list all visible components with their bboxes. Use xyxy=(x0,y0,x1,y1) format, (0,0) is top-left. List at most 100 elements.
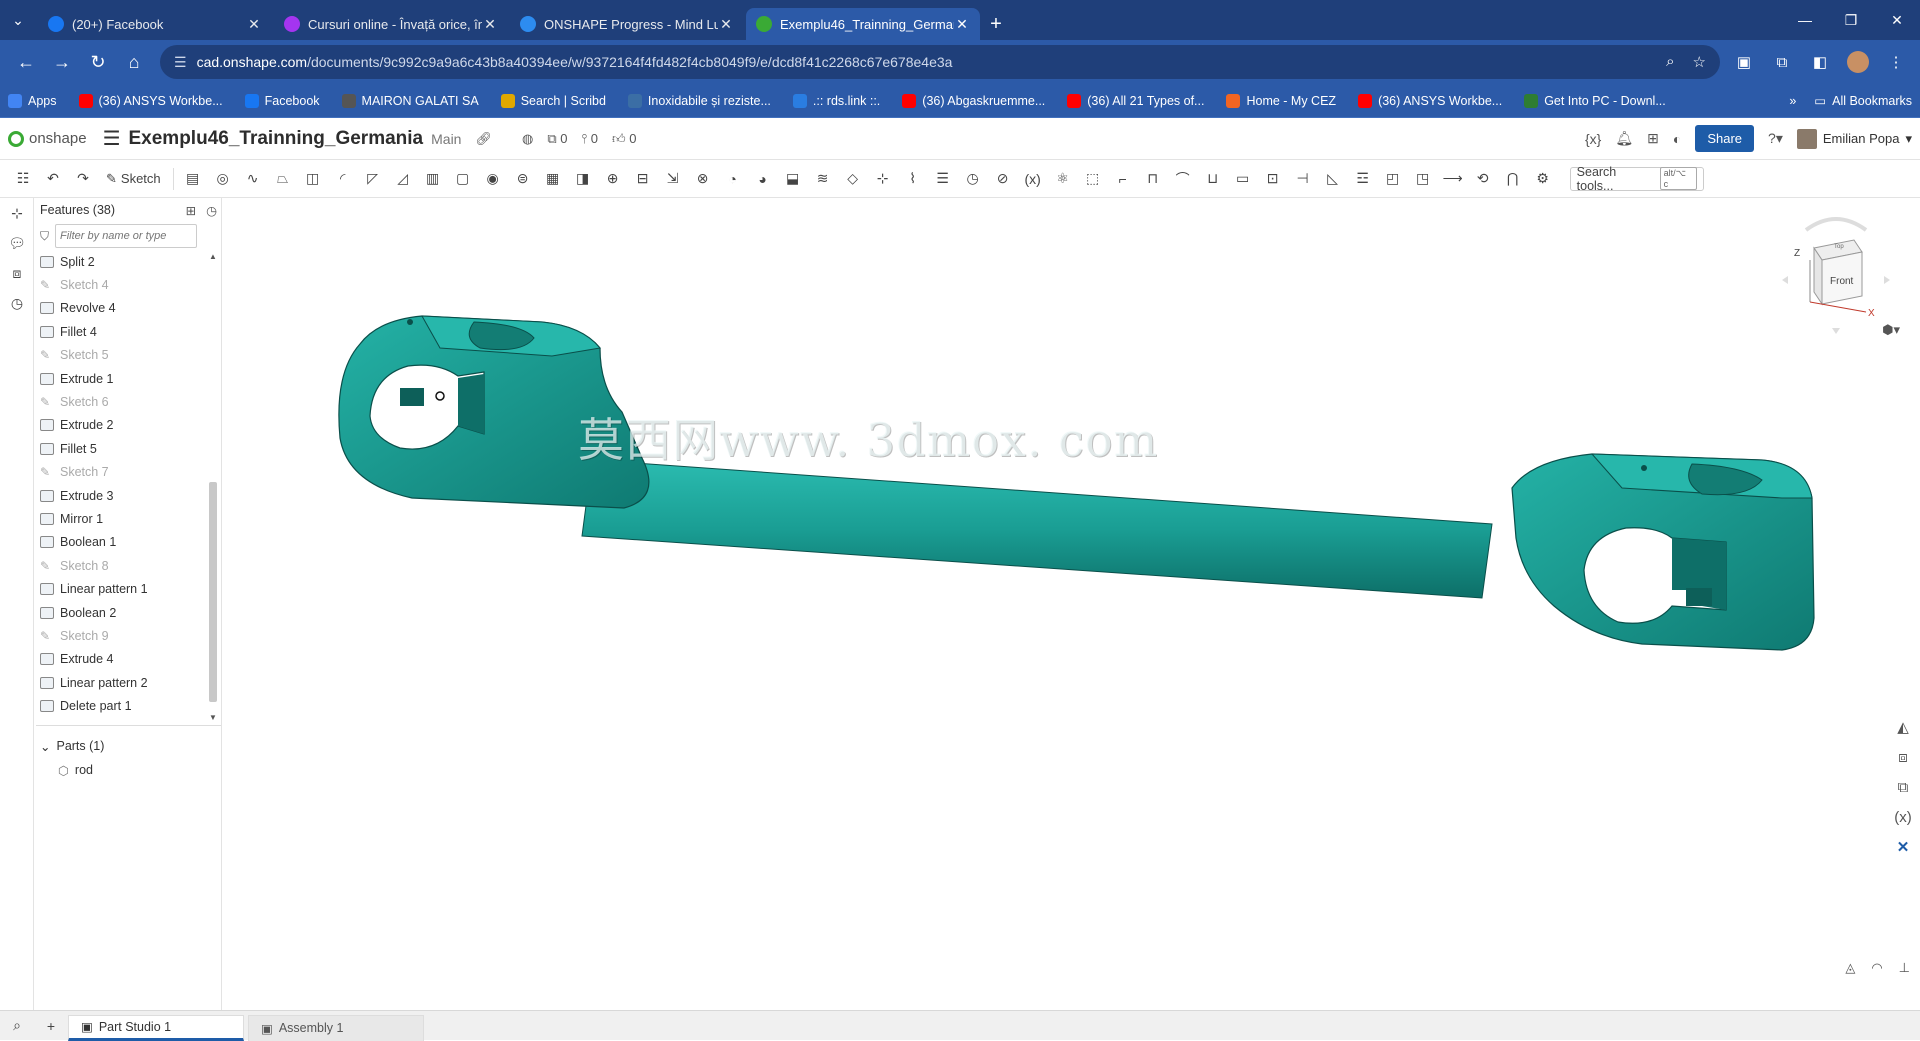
bookmark-item[interactable]: Facebook xyxy=(244,93,320,108)
globe-icon[interactable]: ◍ xyxy=(522,131,533,147)
surface-icon[interactable]: ◰ xyxy=(1382,168,1404,190)
versions-count[interactable]: ⧉ 0 xyxy=(547,131,567,147)
link-icon[interactable]: 🔗︎ xyxy=(475,131,492,147)
replace-face-icon[interactable]: ⬓ xyxy=(782,168,804,190)
settings-gear-icon[interactable]: ⚙ xyxy=(1532,168,1554,190)
feature-list-item[interactable]: Extrude 1 xyxy=(36,367,221,390)
revolve-icon[interactable]: ◎ xyxy=(212,168,234,190)
notifications-icon[interactable]: 🔔︎ xyxy=(1615,130,1633,147)
configurations-icon[interactable]: (x) xyxy=(1888,803,1918,833)
restore-icon[interactable]: ❐ xyxy=(1828,0,1874,40)
bend-icon[interactable]: ⌒ xyxy=(1172,168,1194,190)
bookmark-item[interactable]: (36) Abgaskruemme... xyxy=(902,93,1045,108)
wrap-icon[interactable]: ⟲ xyxy=(1472,168,1494,190)
form-icon[interactable]: ⊔ xyxy=(1202,168,1224,190)
flat-pattern-icon[interactable]: ▭ xyxy=(1232,168,1254,190)
tab-icon[interactable]: ⊓ xyxy=(1142,168,1164,190)
mate-connector-icon[interactable]: ⊹ xyxy=(872,168,894,190)
extension-icon[interactable]: ▣ xyxy=(1728,46,1760,78)
variables-icon[interactable]: {x} xyxy=(1585,131,1601,147)
modify-fillet-icon[interactable]: ◔ xyxy=(722,168,744,190)
bookmark-item[interactable]: .:: rds.link ::. xyxy=(792,93,880,108)
branch-label[interactable]: Main xyxy=(431,131,461,147)
bookmark-item[interactable]: (36) All 21 Types of... xyxy=(1067,93,1204,108)
document-tab[interactable]: ▣ Assembly 1 xyxy=(248,1014,424,1041)
search-tools-input[interactable]: Search tools... alt/⌥ c xyxy=(1569,165,1704,193)
user-menu[interactable]: Emilian Popa ▾ xyxy=(1796,128,1912,149)
mirror-icon[interactable]: ◨ xyxy=(572,168,594,190)
share-button[interactable]: Share xyxy=(1695,125,1755,152)
configuration-icon[interactable]: ⚛ xyxy=(1052,168,1074,190)
app-store-icon[interactable]: ⊞ xyxy=(1647,130,1659,147)
feature-list-item[interactable]: Extrude 4 xyxy=(36,648,221,671)
back-icon[interactable]: ← xyxy=(8,44,44,80)
side-panel-icon[interactable]: ◧ xyxy=(1804,46,1836,78)
view-cube[interactable]: Top Front Z X xyxy=(1780,208,1892,340)
thread-icon[interactable]: ⊜ xyxy=(512,168,534,190)
new-tab-button[interactable]: + xyxy=(980,8,1012,40)
filter-icon[interactable]: ⛉ xyxy=(40,229,49,244)
view-options-icon[interactable]: ⬢▾ xyxy=(1882,322,1900,338)
bookmark-item[interactable]: (36) ANSYS Workbe... xyxy=(1358,93,1502,108)
document-title[interactable]: Exemplu46_Trainning_Germania xyxy=(129,128,424,150)
minimize-icon[interactable]: — xyxy=(1782,0,1828,40)
feature-list-item[interactable]: Fillet 4 xyxy=(36,320,221,343)
feature-list-item[interactable]: ✎ Sketch 7 xyxy=(36,461,221,484)
custom-tool-icon[interactable]: ✕ xyxy=(1888,833,1918,863)
comments-icon[interactable]: 💬︎ xyxy=(0,228,34,258)
history-icon[interactable]: ◷ xyxy=(0,288,34,318)
curve-icon[interactable]: ☰ xyxy=(932,168,954,190)
sweep-icon[interactable]: ∿ xyxy=(242,168,264,190)
mass-properties-icon[interactable]: ⧉ xyxy=(1888,773,1918,803)
redo-icon[interactable]: ↷ xyxy=(72,168,94,190)
add-tab-icon[interactable]: + xyxy=(34,1018,68,1034)
bookmark-item[interactable]: Apps xyxy=(8,93,57,108)
profile-avatar[interactable] xyxy=(1847,51,1869,73)
fill-icon[interactable]: ◳ xyxy=(1412,168,1434,190)
bookmark-item[interactable]: Inoxidabile și reziste... xyxy=(627,93,771,108)
close-tab-icon[interactable]: ✕ xyxy=(954,16,970,33)
feature-list-item[interactable]: Mirror 1 xyxy=(36,507,221,530)
render-mode-icon[interactable]: ◠ xyxy=(1871,960,1882,976)
linear-pattern-icon[interactable]: ▦ xyxy=(542,168,564,190)
learning-center-icon[interactable]: ◐ xyxy=(1673,131,1681,147)
offset-surface-icon[interactable]: ≋ xyxy=(812,168,834,190)
bookmark-item[interactable]: (36) ANSYS Workbe... xyxy=(78,93,223,108)
add-folder-icon[interactable]: ⊞ xyxy=(186,203,196,218)
browser-tab[interactable]: Exemplu46_Trainning_Germania ✕ xyxy=(746,8,980,40)
more-bookmarks-icon[interactable]: » xyxy=(1789,94,1796,108)
gusset-icon[interactable]: ◺ xyxy=(1322,168,1344,190)
site-info-icon[interactable]: ☰ xyxy=(174,54,187,71)
browser-tab[interactable]: (20+) Facebook ✕ xyxy=(38,8,272,40)
feature-list-item[interactable]: Linear pattern 2 xyxy=(36,671,221,694)
close-tab-icon[interactable]: ✕ xyxy=(246,16,262,33)
scroll-thumb[interactable] xyxy=(209,482,217,702)
split-icon[interactable]: ⊟ xyxy=(632,168,654,190)
parts-properties-icon[interactable]: ⧈ xyxy=(1888,743,1918,773)
close-tab-icon[interactable]: ✕ xyxy=(718,16,734,33)
section-view-icon[interactable]: ◬ xyxy=(1845,960,1855,976)
scroll-down-icon[interactable]: ▼ xyxy=(207,713,219,722)
measure-icon[interactable]: ◷ xyxy=(962,168,984,190)
home-icon[interactable]: ⌂ xyxy=(116,44,152,80)
sketch-button[interactable]: ✎ Sketch xyxy=(102,168,165,190)
shell-icon[interactable]: ▢ xyxy=(452,168,474,190)
feature-list-item[interactable]: Boolean 2 xyxy=(36,601,221,624)
transform-icon[interactable]: ⇲ xyxy=(662,168,684,190)
feature-list-item[interactable]: ✎ Sketch 6 xyxy=(36,390,221,413)
feature-list-item[interactable]: Extrude 3 xyxy=(36,484,221,507)
hole-icon[interactable]: ◉ xyxy=(482,168,504,190)
helix-icon[interactable]: ⌇ xyxy=(902,168,924,190)
sheet-metal-icon[interactable]: ⬚ xyxy=(1082,168,1104,190)
reload-icon[interactable]: ↻ xyxy=(80,44,116,80)
url-bar[interactable]: ☰ cad.onshape.com/documents/9c992c9a9a6c… xyxy=(160,45,1720,79)
bookmark-star-icon[interactable]: ☆ xyxy=(1693,53,1706,71)
bookmark-item[interactable]: MAIRON GALATI SA xyxy=(341,93,479,108)
document-tab[interactable]: ▣ Part Studio 1 xyxy=(68,1014,244,1041)
feature-list-item[interactable]: ✎ Sketch 5 xyxy=(36,344,221,367)
parts-header[interactable]: ⌄ Parts (1) xyxy=(40,734,217,758)
trim-icon[interactable]: ⊣ xyxy=(1292,168,1314,190)
feature-list-item[interactable]: Extrude 2 xyxy=(36,414,221,437)
section-icon[interactable]: ⊘ xyxy=(992,168,1014,190)
variable-icon[interactable]: (x) xyxy=(1022,168,1044,190)
